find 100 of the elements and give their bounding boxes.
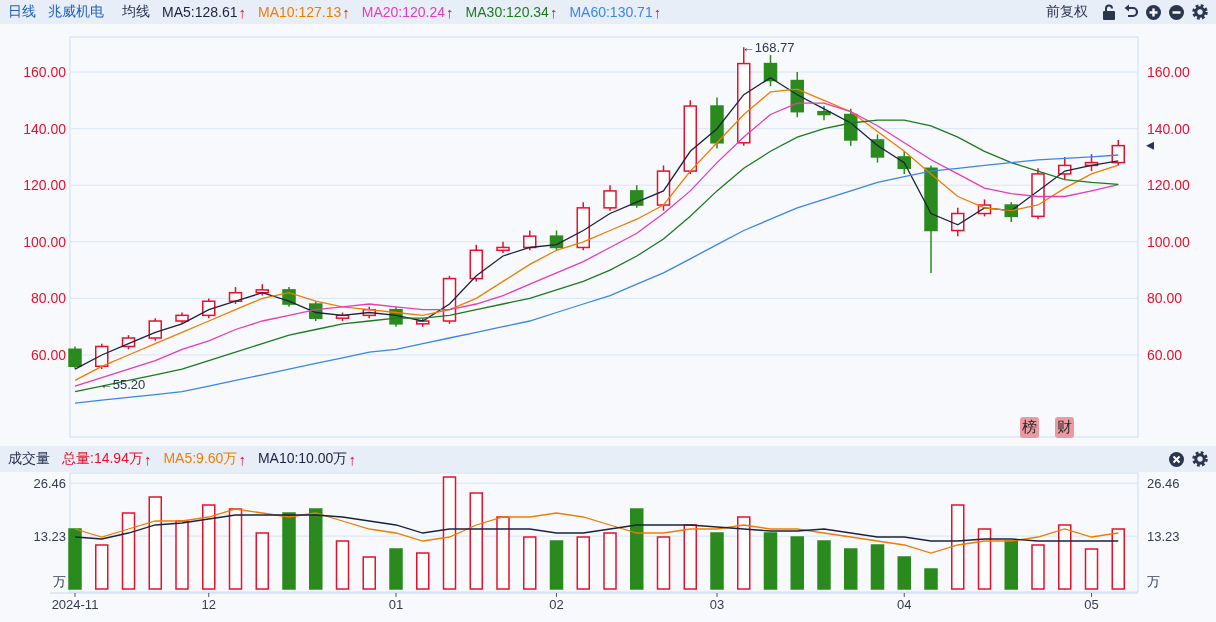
candlestick: [630, 184, 644, 209]
candlestick: [1084, 153, 1099, 172]
candlestick: [844, 108, 858, 147]
candlestick: [977, 198, 992, 218]
candlestick: [576, 201, 590, 252]
candlestick: [817, 105, 831, 121]
candlestick: [95, 342, 109, 370]
axis-label: 13.23: [33, 529, 66, 545]
undo-icon[interactable]: [1124, 4, 1138, 20]
zoom-in-icon[interactable]: [1146, 4, 1161, 20]
axis-label: 05: [1084, 597, 1099, 612]
candlestick: [309, 300, 323, 322]
axis-label: 12: [201, 597, 216, 612]
volume-bar: [255, 532, 269, 590]
candlestick: [549, 229, 564, 252]
panel-title: 成交量: [8, 450, 50, 468]
candlestick: [710, 96, 724, 150]
marker-badge[interactable]: 榜: [1020, 417, 1039, 438]
candlestick: [282, 286, 296, 308]
close-icon[interactable]: [1169, 451, 1184, 467]
price-pointer-icon: [1146, 141, 1154, 150]
axis-label: 120.00: [1147, 177, 1190, 194]
candlestick: [523, 229, 537, 252]
volume-bar: [656, 536, 671, 590]
candlestick: [790, 71, 804, 119]
axis-label: 26.46: [33, 476, 66, 492]
stock-name[interactable]: 兆威机电: [48, 3, 104, 21]
axis-label: 80.00: [30, 290, 66, 307]
candlestick: [362, 306, 376, 319]
volume-bar: [870, 544, 885, 590]
axis-label: 100.00: [1147, 233, 1190, 250]
zoom-out-icon[interactable]: [1169, 4, 1184, 20]
axis-label: 26.46: [1147, 476, 1180, 492]
axis-label: 01: [388, 597, 404, 612]
axis-label: 03: [709, 597, 725, 612]
axis-label: 160.00: [1147, 64, 1190, 81]
volume-bar: [1058, 524, 1072, 590]
adjust-selector[interactable]: 前复权: [1046, 3, 1088, 21]
settings-icon[interactable]: [1192, 4, 1208, 20]
candlestick: [897, 150, 911, 175]
indicator-value: MA30:120.34: [465, 4, 549, 20]
candlestick: [496, 241, 510, 254]
indicator-value: MA10:127.13: [258, 4, 342, 20]
up-arrow: ↑: [238, 450, 246, 468]
axis-label: 80.00: [1147, 290, 1183, 307]
axis-label: 120.00: [23, 177, 66, 194]
volume-bar: [924, 568, 938, 590]
volume-bar: [389, 548, 403, 590]
candlestick: [335, 311, 350, 322]
axis-label: 140.00: [1147, 120, 1190, 137]
volume-bar: [763, 532, 778, 590]
candlestick: [951, 207, 965, 237]
axis-label: 万: [1147, 574, 1160, 589]
indicator-title[interactable]: 均线: [122, 3, 150, 21]
volume-bar: [817, 540, 831, 590]
volume-bar: [549, 540, 564, 590]
marker-badge[interactable]: 财: [1055, 417, 1074, 438]
volume-bar: [683, 524, 697, 590]
volume-bar: [844, 548, 858, 590]
volume-bar: [95, 544, 109, 590]
axis-label: 60.00: [30, 346, 66, 363]
up-arrow: ↑: [348, 450, 356, 468]
indicator-value: 总量:14.94万: [62, 450, 143, 468]
candlestick: [389, 306, 403, 328]
up-arrow: ↑: [446, 3, 454, 21]
volume-bar: [576, 536, 590, 590]
volume-bar: [977, 528, 992, 590]
axis-label: 万: [53, 574, 66, 589]
volume-bar: [523, 536, 537, 590]
period-selector[interactable]: 日线: [8, 3, 36, 21]
candlestick: [255, 283, 269, 297]
volume-bar: [1004, 540, 1018, 590]
volume-bar: [1031, 544, 1045, 590]
candlestick: [469, 243, 483, 283]
candlestick: [1058, 156, 1072, 181]
candlestick: [1004, 201, 1018, 223]
axis-label: 04: [897, 597, 912, 612]
axis-label: 13.23: [1147, 529, 1180, 545]
unlock-icon[interactable]: [1102, 4, 1116, 20]
axis-label: 100.00: [23, 233, 66, 250]
price-annotation: ←168.77: [741, 40, 795, 56]
volume-bar: [175, 520, 189, 590]
price-annotation: ←55.20: [99, 377, 146, 393]
volume-bar: [710, 532, 724, 590]
volume-bar: [1084, 548, 1099, 590]
candlestick: [442, 275, 457, 325]
candlestick: [763, 54, 778, 87]
axis-label: 02: [549, 597, 564, 612]
settings-icon[interactable]: [1192, 451, 1208, 467]
indicator-value: MA60:130.71: [569, 4, 653, 20]
axis-label: 60.00: [1147, 346, 1183, 363]
axis-label: 140.00: [23, 120, 66, 137]
volume-bar: [335, 540, 350, 590]
indicator-value: MA10:10.00万: [257, 450, 348, 468]
candlestick: [870, 133, 885, 164]
volume-bar: [897, 556, 911, 590]
up-arrow: ↑: [238, 3, 246, 21]
up-arrow: ↑: [342, 3, 350, 21]
candlestick: [1111, 139, 1125, 167]
candlestick: [656, 164, 671, 212]
